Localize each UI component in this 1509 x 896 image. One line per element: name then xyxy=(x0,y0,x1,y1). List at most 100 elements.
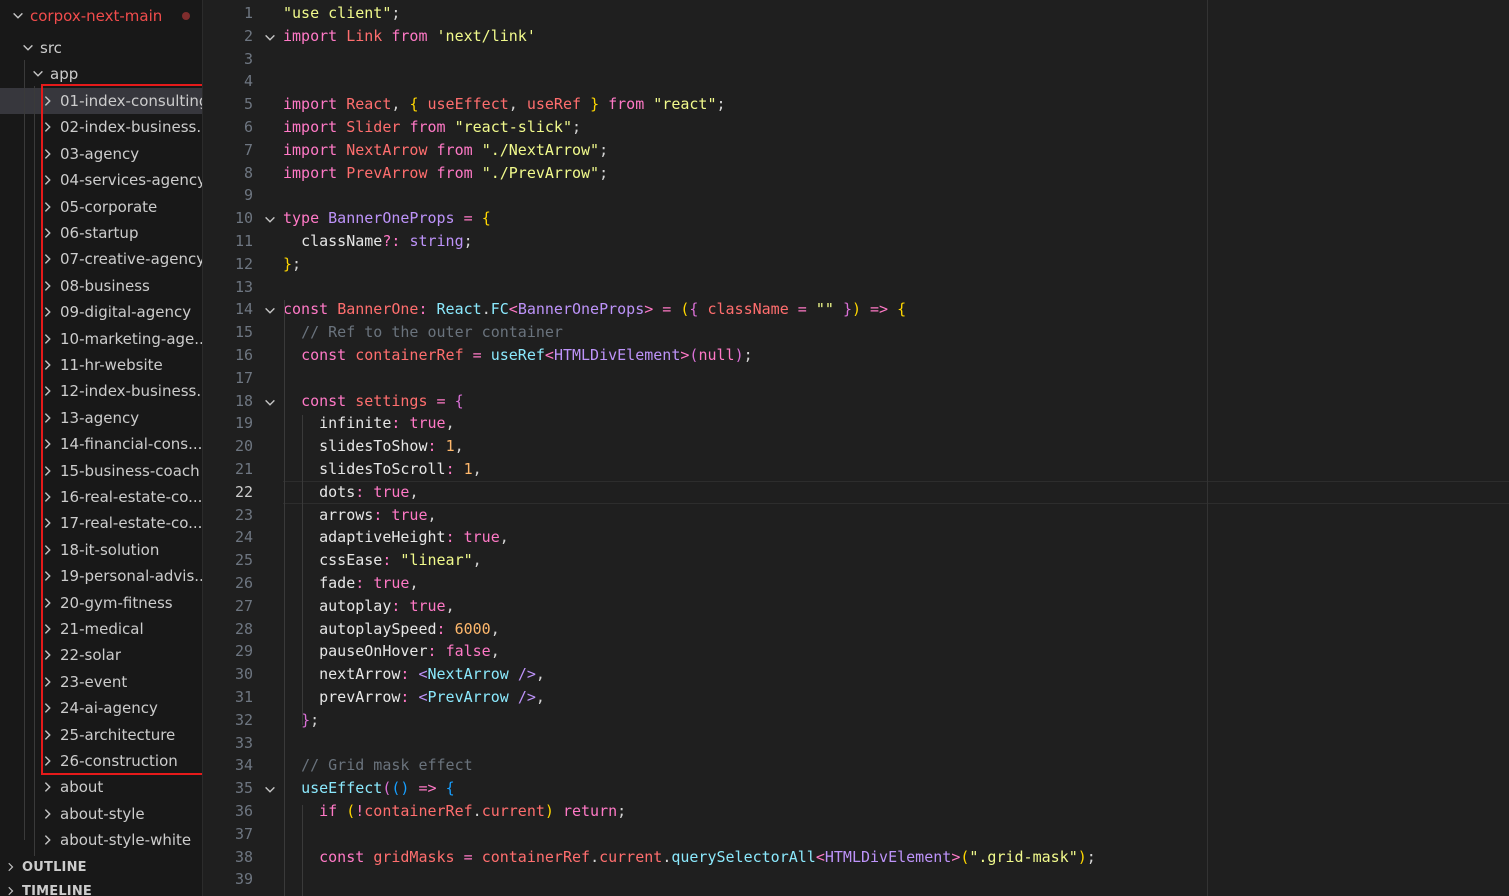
tree-folder-app[interactable]: app xyxy=(0,61,202,87)
tree-root-folder[interactable]: corpox-next-main xyxy=(0,3,202,29)
code-line[interactable]: 9 xyxy=(203,184,1509,207)
tree-item-label: 08-business xyxy=(60,277,150,295)
code-line[interactable]: 31 prevArrow: <PrevArrow />, xyxy=(203,686,1509,709)
code-line[interactable]: 12}; xyxy=(203,253,1509,276)
tree-folder-item[interactable]: about-style xyxy=(0,801,202,827)
line-number: 5 xyxy=(243,95,253,113)
code-token: BannerOneProps xyxy=(517,300,645,318)
code-line[interactable]: 34 // Grid mask effect xyxy=(203,754,1509,777)
code-line[interactable]: 4 xyxy=(203,70,1509,93)
code-line[interactable]: 32 }; xyxy=(203,709,1509,732)
code-token: 1 xyxy=(445,437,455,455)
tree-folder-item[interactable]: 04-services-agency xyxy=(0,167,202,193)
timeline-panel-header[interactable]: TIMELINE xyxy=(0,880,202,896)
code-token: /> xyxy=(517,688,536,706)
tree-folder-item[interactable]: 10-marketing-age... xyxy=(0,326,202,352)
code-line[interactable]: 7 import NextArrow from "./NextArrow"; xyxy=(203,139,1509,162)
code-line[interactable]: 20 slidesToShow: 1, xyxy=(203,435,1509,458)
code-token: , xyxy=(409,483,419,501)
code-editor[interactable]: 1 "use client"; 2 import Link from 'next/li… xyxy=(203,0,1509,896)
code-line[interactable]: 13 xyxy=(203,276,1509,299)
tree-folder-item[interactable]: 13-agency xyxy=(0,405,202,431)
code-line[interactable]: 6 import Slider from "react-slick"; xyxy=(203,116,1509,139)
code-line[interactable]: 18 const settings = { xyxy=(203,390,1509,413)
tree-folder-item[interactable]: 18-it-solution xyxy=(0,537,202,563)
code-line[interactable]: 38 const gridMasks = containerRef.curren… xyxy=(203,846,1509,869)
code-line[interactable]: 5 import React, { useEffect, useRef } fro… xyxy=(203,93,1509,116)
chevron-right-icon xyxy=(40,700,56,716)
line-number: 3 xyxy=(243,50,253,68)
code-line[interactable]: 37 xyxy=(203,823,1509,846)
tree-folder-item[interactable]: 09-digital-agency xyxy=(0,299,202,325)
tree-folder-item[interactable]: 20-gym-fitness xyxy=(0,590,202,616)
code-line[interactable]: 19 infinite: true, xyxy=(203,412,1509,435)
code-line[interactable]: 10 type BannerOneProps = { xyxy=(203,207,1509,230)
code-line[interactable]: 2 import Link from 'next/link' xyxy=(203,25,1509,48)
code-line[interactable]: 1 "use client"; xyxy=(203,2,1509,25)
code-line[interactable]: 27 autoplay: true, xyxy=(203,595,1509,618)
chevron-right-icon xyxy=(40,674,56,690)
code-line[interactable]: 16 const containerRef = useRef<HTMLDivEl… xyxy=(203,344,1509,367)
code-token: ; xyxy=(716,95,726,113)
code-line[interactable]: 22 dots: true, xyxy=(203,481,1509,504)
code-token: , xyxy=(427,506,437,524)
fold-chevron-icon[interactable] xyxy=(263,211,277,225)
tree-folder-item[interactable]: 16-real-estate-co... xyxy=(0,484,202,510)
fold-chevron-icon[interactable] xyxy=(263,781,277,795)
tree-folder-item[interactable]: 19-personal-advis... xyxy=(0,563,202,589)
code-line[interactable]: 14 const BannerOne: React.FC<BannerOnePro… xyxy=(203,298,1509,321)
tree-folder-item[interactable]: 07-creative-agency xyxy=(0,246,202,272)
tree-folder-item[interactable]: 05-corporate xyxy=(0,194,202,220)
code-line[interactable]: 24 adaptiveHeight: true, xyxy=(203,526,1509,549)
code-token: . xyxy=(662,848,672,866)
code-token: : xyxy=(445,528,464,546)
tree-folder-item[interactable]: 03-agency xyxy=(0,141,202,167)
tree-folder-item[interactable]: 17-real-estate-co... xyxy=(0,510,202,536)
chevron-right-icon xyxy=(40,93,56,109)
tree-folder-item[interactable]: about-style-white xyxy=(0,827,202,853)
code-line[interactable]: 26 fade: true, xyxy=(203,572,1509,595)
fold-chevron-icon[interactable] xyxy=(263,29,277,43)
tree-folder-item[interactable]: 06-startup xyxy=(0,220,202,246)
code-line[interactable]: 17 xyxy=(203,367,1509,390)
code-line[interactable]: 21 slidesToScroll: 1, xyxy=(203,458,1509,481)
tree-folder-item[interactable]: 01-index-consulting xyxy=(0,88,202,114)
tree-folder-item[interactable]: 24-ai-agency xyxy=(0,695,202,721)
fold-chevron-icon[interactable] xyxy=(263,394,277,408)
tree-folder-item[interactable]: 14-financial-cons... xyxy=(0,431,202,457)
tree-folder-src[interactable]: src xyxy=(0,35,202,61)
chevron-right-icon xyxy=(40,727,56,743)
tree-folder-item[interactable]: 23-event xyxy=(0,669,202,695)
tree-folder-item[interactable]: 25-architecture xyxy=(0,722,202,748)
code-line[interactable]: 35 useEffect(() => { xyxy=(203,777,1509,800)
tree-folder-item[interactable]: 08-business xyxy=(0,273,202,299)
code-line[interactable]: 28 autoplaySpeed: 6000, xyxy=(203,618,1509,641)
tree-folder-item[interactable]: 22-solar xyxy=(0,642,202,668)
code-token: useRef xyxy=(490,346,545,364)
code-token: } xyxy=(590,95,609,113)
code-line[interactable]: 30 nextArrow: <NextArrow />, xyxy=(203,663,1509,686)
tree-folder-item[interactable]: 15-business-coach xyxy=(0,458,202,484)
code-line[interactable]: 29 pauseOnHover: false, xyxy=(203,640,1509,663)
code-line[interactable]: 8 import PrevArrow from "./PrevArrow"; xyxy=(203,162,1509,185)
tree-folder-item[interactable]: 02-index-business... xyxy=(0,114,202,140)
code-line[interactable]: 23 arrows: true, xyxy=(203,504,1509,527)
code-line[interactable]: 3 xyxy=(203,48,1509,71)
code-line[interactable]: 11 className?: string; xyxy=(203,230,1509,253)
code-line[interactable]: 36 if (!containerRef.current) return; xyxy=(203,800,1509,823)
tree-folder-item[interactable]: 12-index-business... xyxy=(0,378,202,404)
tree-folder-item[interactable]: 26-construction xyxy=(0,748,202,774)
code-line[interactable]: 33 xyxy=(203,732,1509,755)
code-token: } xyxy=(283,255,293,273)
code-line[interactable]: 25 cssEase: "linear", xyxy=(203,549,1509,572)
tree-folder-item[interactable]: 21-medical xyxy=(0,616,202,642)
code-line[interactable]: 39 xyxy=(203,868,1509,891)
code-line[interactable]: 15 // Ref to the outer container xyxy=(203,321,1509,344)
fold-chevron-icon[interactable] xyxy=(263,302,277,316)
code-token: gridMasks xyxy=(373,848,464,866)
tree-folder-item[interactable]: about xyxy=(0,774,202,800)
outline-panel-header[interactable]: OUTLINE xyxy=(0,856,202,878)
tree-folder-item[interactable]: 11-hr-website xyxy=(0,352,202,378)
tree-item-label: 13-agency xyxy=(60,409,140,427)
